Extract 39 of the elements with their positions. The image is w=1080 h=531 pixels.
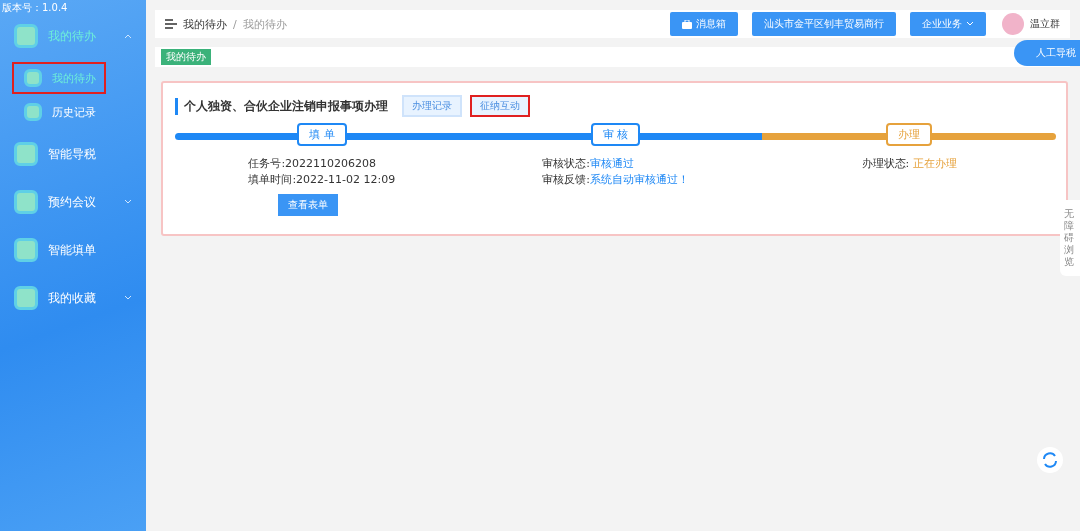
guide-button[interactable]: 人工导税 [1014,40,1080,66]
header-button[interactable]: 汕头市金平区钊丰贸易商行 [752,12,896,36]
menu-item[interactable]: 预约会议 [0,178,146,226]
breadcrumb-item[interactable]: 我的待办 [183,16,227,32]
view-form-button[interactable]: 查看表单 [278,194,339,216]
info-label: 填单时间:2022-11-02 12:09 [248,173,396,186]
caret-icon [966,21,974,27]
stage-label: 办理 [886,123,933,146]
stage-label: 填 单 [297,123,347,146]
action-button[interactable]: 征纳互动 [470,95,530,117]
action-button[interactable]: 办理记录 [402,95,462,117]
version-label: 版本号：1.0.4 [1,1,69,12]
user-name: 温立群 [1030,17,1060,31]
menu-item[interactable]: 我的待办 [0,12,146,60]
briefcase-icon [682,19,692,29]
info-value: 审核通过 [589,157,634,170]
info-label: 任务号:2022110206208 [248,157,377,170]
info-label: 审核状态: [542,157,590,170]
breadcrumb-item: 我的待办 [242,16,287,32]
submenu-item[interactable]: 历史记录 [12,96,106,128]
menu-item[interactable]: 我的收藏 [0,274,146,322]
stage-label: 审 核 [590,123,641,146]
info-value: 系统自动审核通过！ [589,173,689,186]
header-button[interactable]: 企业业务 [910,12,986,36]
submenu-item[interactable]: 我的待办 [12,62,106,94]
header-button[interactable]: 消息箱 [670,12,738,36]
info-value: 正在办理 [912,157,957,170]
caret-icon [124,295,132,301]
page-tag[interactable]: 我的待办 [161,49,211,65]
caret-icon [124,199,132,205]
info-label: 审核反馈: [542,173,590,186]
breadcrumb-separator: / [233,17,237,31]
menu-item[interactable]: 智能导税 [0,130,146,178]
caret-icon [124,33,132,39]
task-title: 个人独资、合伙企业注销申报事项办理 [175,97,388,115]
info-label: 办理状态: [861,157,911,170]
menu-item[interactable]: 智能填单 [0,226,146,274]
accessibility-button[interactable]: 无障碍浏览 [1060,200,1080,276]
refresh-icon[interactable] [1037,447,1063,473]
